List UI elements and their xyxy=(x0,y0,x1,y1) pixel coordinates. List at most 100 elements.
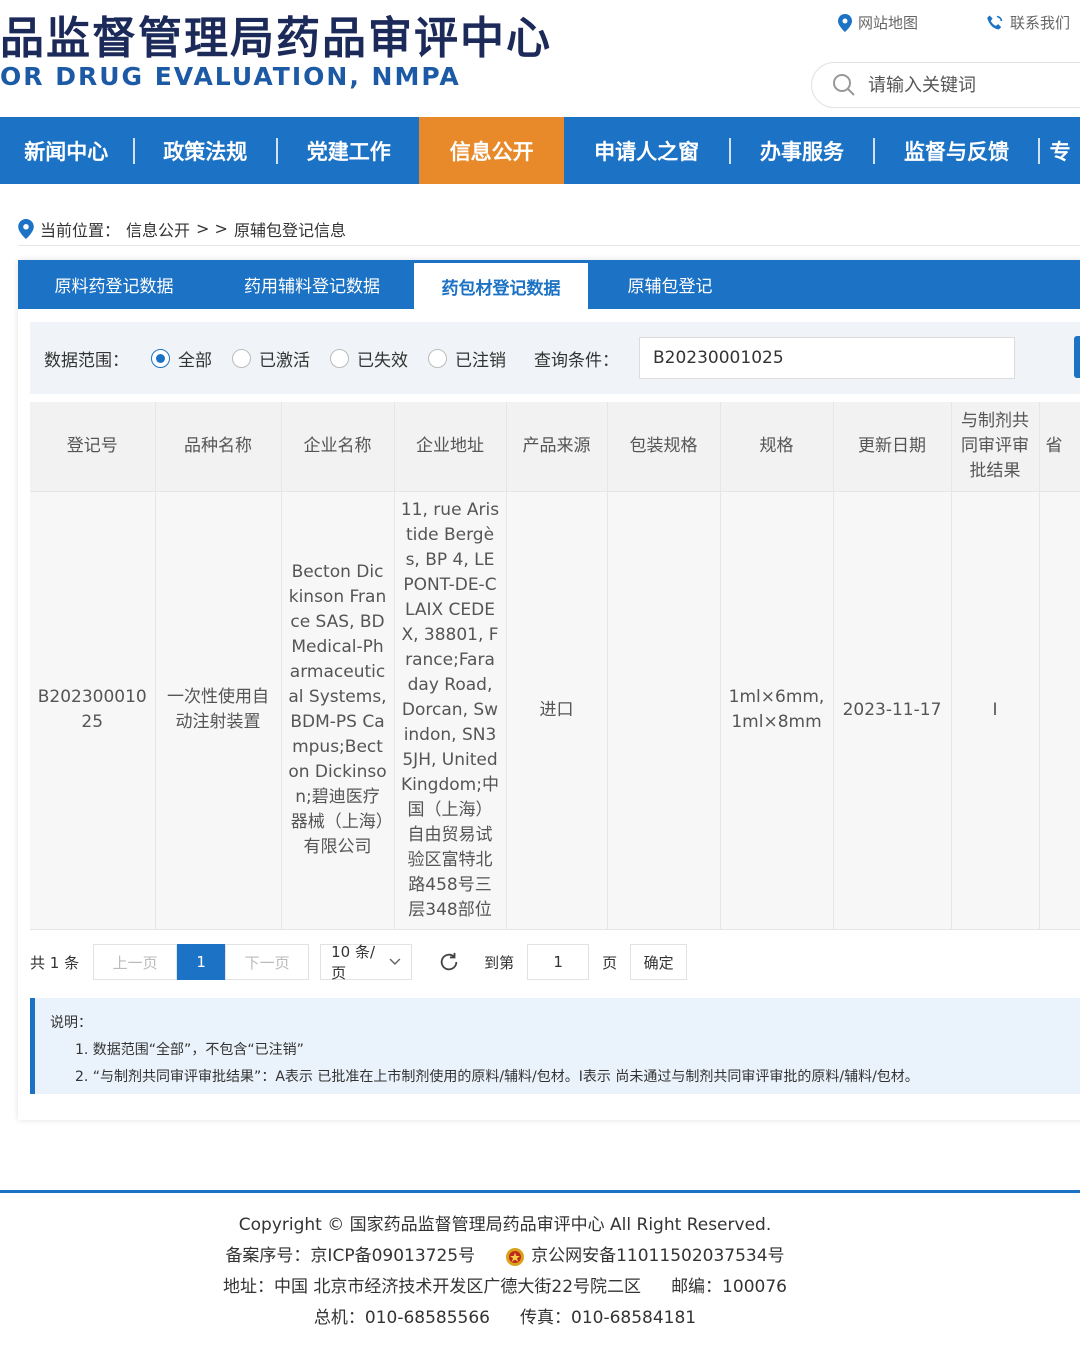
radio-all[interactable]: 全部 xyxy=(151,346,212,371)
nav-item-news[interactable]: 新闻中心 xyxy=(0,117,133,184)
nav-item-party[interactable]: 党建工作 xyxy=(278,117,419,184)
pagination: 共 1 条 上一页 1 下一页 10 条/页 到第 页 确定 xyxy=(30,943,688,982)
site-footer: Copyright © 国家药品监督管理局药品审评中心 All Right Re… xyxy=(0,1210,1010,1334)
copyright-text: Copyright © 国家药品监督管理局药品审评中心 All Right Re… xyxy=(238,1215,772,1235)
cell-name: 一次性使用自动注射装置 xyxy=(155,491,282,930)
phone-icon xyxy=(987,15,1003,29)
table-header-row: 登记号 品种名称 企业名称 企业地址 产品来源 包装规格 规格 更新日期 与制剂… xyxy=(30,402,1080,492)
note-line: 2. “与制剂共同审评审批结果”：A表示 已批准在上市制剂使用的原料/辅料/包材… xyxy=(75,1069,919,1085)
goto-confirm-button[interactable]: 确定 xyxy=(630,944,688,980)
site-search xyxy=(811,62,1080,108)
column-header: 省 xyxy=(1039,402,1080,492)
site-map-label: 网站地图 xyxy=(858,14,919,32)
note-line: 1. 数据范围“全部”，不包含“已注销” xyxy=(75,1042,304,1058)
cell-address: 11, rue Aristide Bergès, BP 4, LE PONT-D… xyxy=(394,491,507,930)
column-header: 产品来源 xyxy=(506,402,608,492)
radio-unchecked-icon[interactable] xyxy=(428,348,447,368)
query-label: 查询条件： xyxy=(534,350,619,371)
contact-label: 联系我们 xyxy=(1010,14,1071,32)
column-header: 品种名称 xyxy=(155,402,282,492)
page-size-select[interactable]: 10 条/页 xyxy=(320,943,413,982)
radio-active-label: 已激活 xyxy=(259,350,310,371)
nav-item-service[interactable]: 办事服务 xyxy=(731,117,872,184)
main-nav: 新闻中心 政策法规 党建工作 信息公开 申请人之窗 办事服务 监督与反馈 专 xyxy=(0,117,1080,184)
cell-result: I xyxy=(951,491,1040,930)
column-header: 规格 xyxy=(720,402,834,492)
total-count: 共 1 条 xyxy=(30,953,80,972)
cell-date: 2023-11-17 xyxy=(833,491,952,930)
nav-item-policy[interactable]: 政策法规 xyxy=(135,117,276,184)
notes-box: 说明： 1. 数据范围“全部”，不包含“已注销” 2. “与制剂共同审评审批结果… xyxy=(30,998,1080,1094)
results-table-container: 登记号 品种名称 企业名称 企业地址 产品来源 包装规格 规格 更新日期 与制剂… xyxy=(30,402,1080,930)
column-header: 企业地址 xyxy=(394,402,507,492)
site-map-link[interactable]: 网站地图 xyxy=(838,12,918,33)
gongan-text: 京公网安备11011502037534号 xyxy=(531,1246,785,1266)
nav-item-applicant[interactable]: 申请人之窗 xyxy=(564,117,729,184)
address-text: 地址：中国 北京市经济技术开发区广德大街22号院二区 xyxy=(223,1277,642,1297)
filter-bar: 数据范围： 全部 已激活 已失效 已注销 查询条件： xyxy=(30,322,1080,394)
radio-expired-label: 已失效 xyxy=(357,350,408,371)
page-unit-label: 页 xyxy=(602,953,618,972)
icp-link[interactable]: 备案序号：京ICP备09013725号 xyxy=(225,1241,475,1272)
goto-label: 到第 xyxy=(484,953,515,972)
radio-cancelled[interactable]: 已注销 xyxy=(428,346,506,371)
table-row[interactable]: B20230001025 一次性使用自动注射装置 Becton Dickinso… xyxy=(30,491,1080,930)
nav-item-feedback[interactable]: 监督与反馈 xyxy=(875,117,1038,184)
notes-title: 说明： xyxy=(50,1015,92,1031)
cell-reg-no: B20230001025 xyxy=(30,491,156,930)
nav-item-more[interactable]: 专 xyxy=(1040,117,1080,184)
column-header: 企业名称 xyxy=(281,402,395,492)
page-size-value: 10 条/页 xyxy=(331,943,376,982)
search-input[interactable] xyxy=(868,74,1068,96)
radio-active[interactable]: 已激活 xyxy=(232,346,310,371)
nav-item-info-public[interactable]: 信息公开 xyxy=(419,117,564,184)
range-label: 数据范围： xyxy=(44,350,129,371)
cell-province xyxy=(1039,491,1080,930)
prev-page-button[interactable]: 上一页 xyxy=(93,944,178,980)
radio-expired[interactable]: 已失效 xyxy=(330,346,408,371)
chevron-down-icon xyxy=(389,958,401,966)
contact-link[interactable]: 联系我们 xyxy=(986,12,1070,33)
tab-registration[interactable]: 原辅包登记 xyxy=(588,260,752,309)
gongan-link[interactable]: 京公网安备11011502037534号 xyxy=(505,1241,785,1272)
radio-cancelled-label: 已注销 xyxy=(455,350,506,371)
site-title-cn: 品监督管理局药品审评中心 xyxy=(0,13,552,64)
location-pin-icon xyxy=(838,13,852,32)
breadcrumb: 当前位置： 信息公开 > > 原辅包登记信息 xyxy=(18,212,1080,246)
breadcrumb-parent[interactable]: 信息公开 xyxy=(126,217,190,241)
site-title-en: OR DRUG EVALUATION, NMPA xyxy=(0,62,461,91)
breadcrumb-separator: > > xyxy=(196,219,228,238)
search-icon[interactable] xyxy=(832,73,856,97)
radio-unchecked-icon[interactable] xyxy=(232,348,251,368)
cell-company: Becton Dickinson France SAS, BD Medical-… xyxy=(281,491,395,930)
column-header: 登记号 xyxy=(30,402,156,492)
radio-unchecked-icon[interactable] xyxy=(330,348,349,368)
goto-page-input[interactable] xyxy=(527,944,590,980)
radio-checked-icon[interactable] xyxy=(151,348,170,368)
breadcrumb-current: 原辅包登记信息 xyxy=(233,220,346,240)
data-tabs: 原料药登记数据 药用辅料登记数据 药包材登记数据 原辅包登记 xyxy=(18,260,1080,309)
tab-excipient-registration[interactable]: 药用辅料登记数据 xyxy=(210,260,414,309)
radio-all-label: 全部 xyxy=(178,350,212,371)
police-emblem-icon xyxy=(506,1247,525,1266)
page-number-button[interactable]: 1 xyxy=(177,944,226,980)
content-panel: 原料药登记数据 药用辅料登记数据 药包材登记数据 原辅包登记 数据范围： 全部 … xyxy=(18,260,1080,1120)
location-pin-icon xyxy=(18,218,34,239)
query-button[interactable] xyxy=(1074,336,1080,378)
phone-text: 总机：010-68585566 xyxy=(313,1308,490,1328)
next-page-button[interactable]: 下一页 xyxy=(225,944,310,980)
refresh-icon[interactable] xyxy=(438,951,460,973)
cell-source: 进口 xyxy=(506,491,608,930)
results-table: 登记号 品种名称 企业名称 企业地址 产品来源 包装规格 规格 更新日期 与制剂… xyxy=(30,402,1080,930)
site-header: 品监督管理局药品审评中心 OR DRUG EVALUATION, NMPA 网站… xyxy=(0,0,1080,117)
fax-text: 传真：010-68584181 xyxy=(520,1308,697,1328)
tab-packaging-registration[interactable]: 药包材登记数据 xyxy=(414,260,588,309)
column-header: 更新日期 xyxy=(833,402,952,492)
query-input[interactable] xyxy=(639,337,1015,379)
cell-package xyxy=(607,491,721,930)
column-header: 与制剂共同审评审批结果 xyxy=(951,402,1040,492)
range-radio-group: 全部 已激活 已失效 已注销 xyxy=(151,346,526,371)
postcode-text: 邮编：100076 xyxy=(671,1277,787,1297)
tab-api-registration[interactable]: 原料药登记数据 xyxy=(18,260,210,309)
cell-spec: 1ml×6mm, 1ml×8mm xyxy=(720,491,834,930)
